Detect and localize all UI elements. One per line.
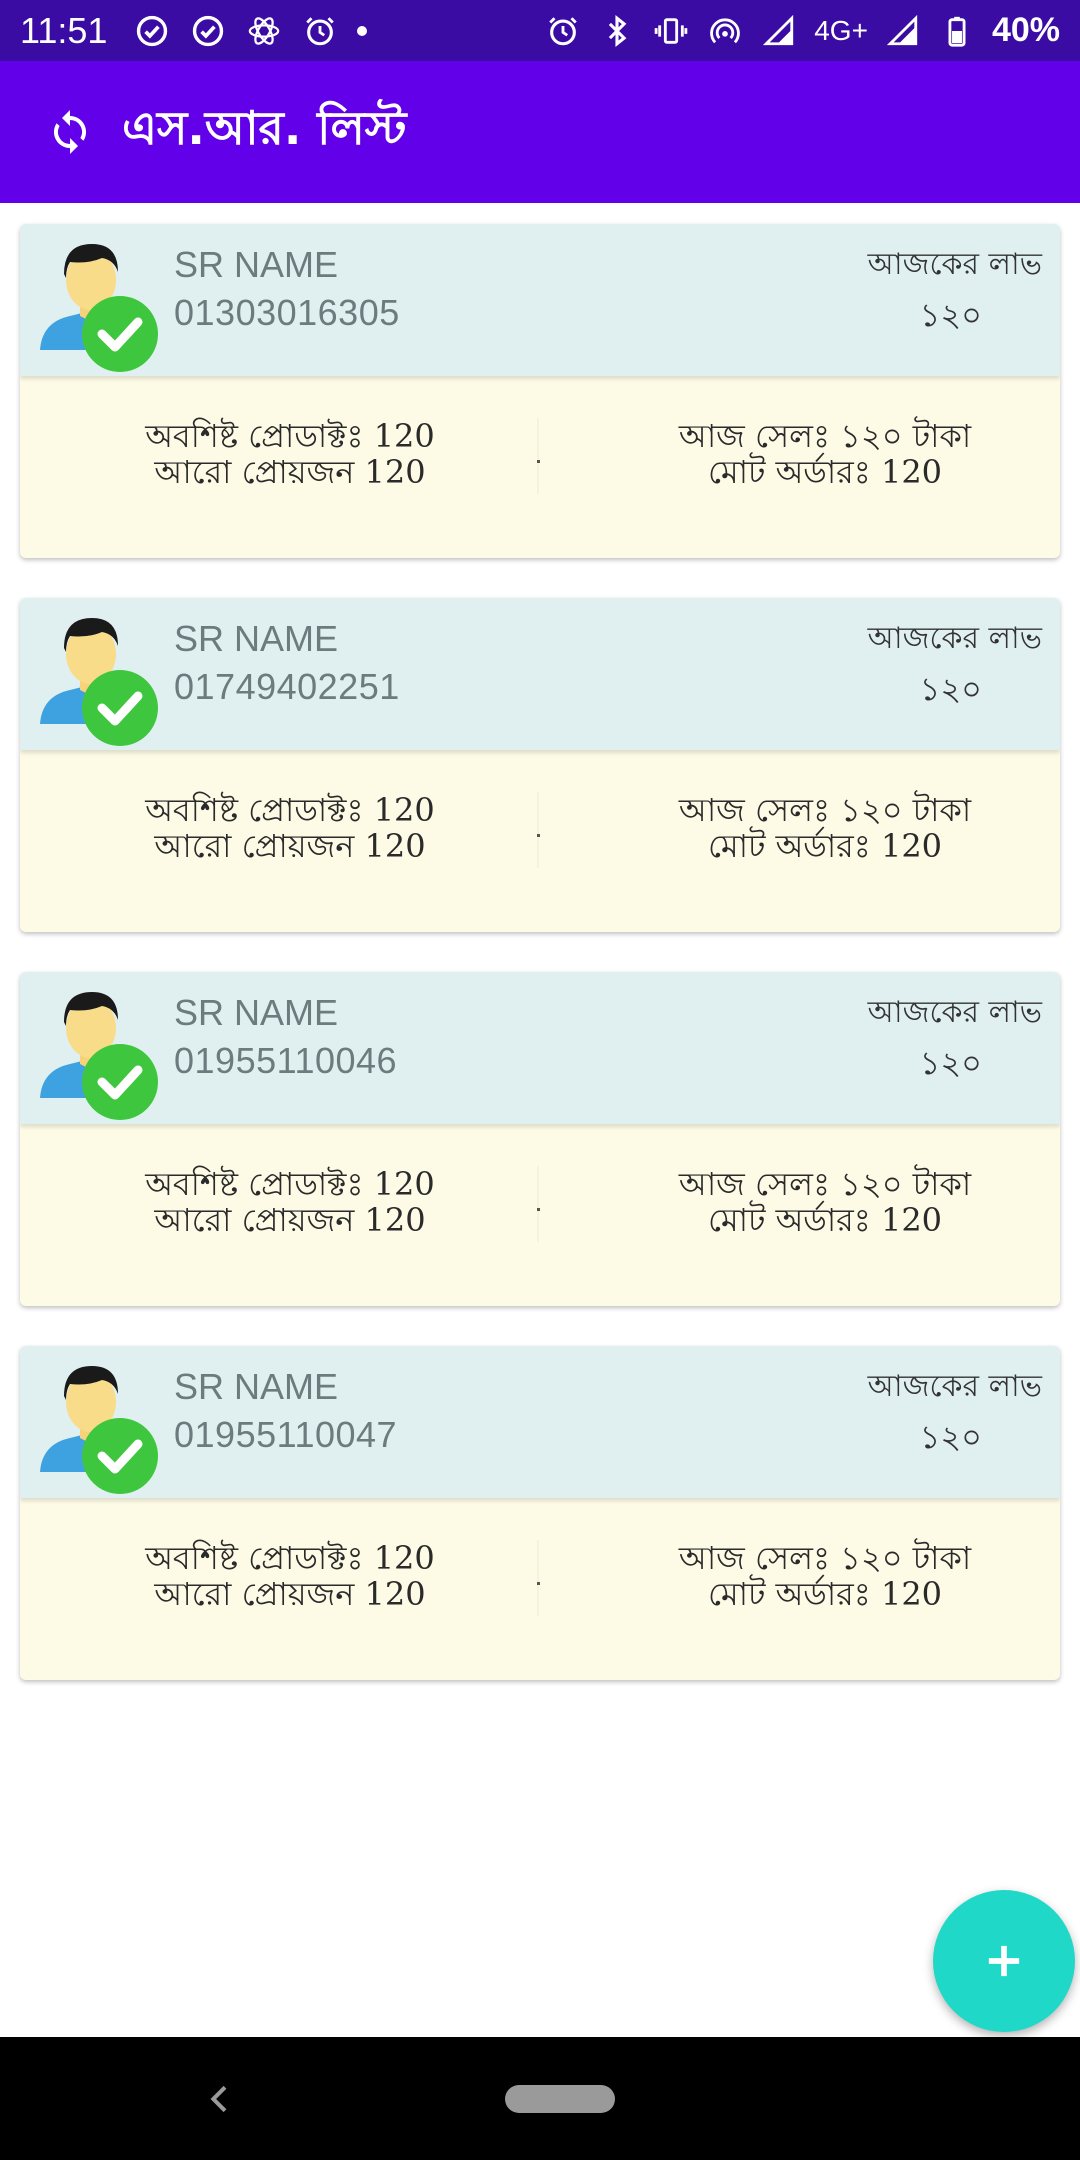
- hotspot-icon: [706, 12, 744, 50]
- add-sr-button[interactable]: [933, 1890, 1075, 2032]
- card-body: অবশিষ্ট প্রোডাক্টঃ 120 আরো প্রোয়জন 120 …: [20, 1124, 1060, 1306]
- nav-bar: [0, 2037, 1080, 2160]
- total-order: মোট অর্ডারঃ 120: [707, 1201, 943, 1239]
- remaining-products: অবশিষ্ট প্রোডাক্টঃ 120: [145, 791, 435, 829]
- total-order: মোট অর্ডারঃ 120: [707, 827, 943, 865]
- stock-stats: অবশিষ্ট প্রোডাক্টঃ 120 আরো প্রোয়জন 120: [40, 792, 540, 864]
- check-circle-icon: [133, 12, 171, 50]
- alarm-icon: [544, 12, 582, 50]
- stock-stats: অবশিষ্ট প্রোডাক্টঃ 120 আরো প্রোয়জন 120: [40, 1540, 540, 1612]
- profit-label: আজকের লাভ: [867, 247, 1042, 282]
- sr-list: SR NAME 01303016305 আজকের লাভ ১২০ অবশিষ্…: [20, 224, 1060, 1720]
- stock-stats: অবশিষ্ট প্রোডাক্টঃ 120 আরো প্রোয়জন 120: [40, 1166, 540, 1238]
- sr-card[interactable]: SR NAME 01955110047 আজকের লাভ ১২০ অবশিষ্…: [20, 1346, 1060, 1680]
- more-needed: আরো প্রোয়জন 120: [154, 1575, 426, 1613]
- check-circle-icon: [189, 12, 227, 50]
- plus-icon: [988, 1945, 1020, 1977]
- total-order: মোট অর্ডারঃ 120: [707, 1575, 943, 1613]
- app-bar: এস.আর. লিস্ট: [0, 61, 1080, 203]
- status-time: 11:51: [20, 9, 108, 51]
- network-type: 4G+: [814, 14, 868, 46]
- total-order: মোট অর্ডারঃ 120: [707, 453, 943, 491]
- sr-phone: 01749402251: [174, 666, 400, 707]
- user-avatar-icon: [40, 618, 158, 746]
- sr-name: SR NAME: [174, 244, 339, 285]
- remaining-products: অবশিষ্ট প্রোডাক্টঃ 120: [145, 1539, 435, 1577]
- divider: [537, 418, 539, 494]
- profit-label: আজকের লাভ: [867, 621, 1042, 656]
- divider: [537, 792, 539, 868]
- sales-stats: আজ সেলঃ ১২০ টাকা মোট অর্ডারঃ 120: [555, 1166, 1060, 1238]
- sr-card[interactable]: SR NAME 01955110046 আজকের লাভ ১২০ অবশিষ্…: [20, 972, 1060, 1306]
- user-avatar-icon: [40, 244, 158, 372]
- divider: [537, 1540, 539, 1616]
- user-avatar-icon: [40, 992, 158, 1120]
- divider: [537, 1166, 539, 1242]
- remaining-products: অবশিষ্ট প্রোডাক্টঃ 120: [145, 1165, 435, 1203]
- sales-stats: আজ সেলঃ ১২০ টাকা মোট অর্ডারঃ 120: [555, 792, 1060, 864]
- today-sale: আজ সেলঃ ১২০ টাকা: [678, 1539, 972, 1577]
- signal-icon: [760, 12, 798, 50]
- sr-card[interactable]: SR NAME 01749402251 আজকের লাভ ১২০ অবশিষ্…: [20, 598, 1060, 932]
- profit-value: ১২০: [919, 670, 982, 708]
- more-needed: আরো প্রোয়জন 120: [154, 1201, 426, 1239]
- more-needed: আরো প্রোয়জন 120: [154, 827, 426, 865]
- status-bar: 11:51 4G+ 40%: [0, 0, 1080, 61]
- signal-icon: [884, 12, 922, 50]
- bluetooth-icon: [598, 12, 636, 50]
- home-pill-icon[interactable]: [505, 2085, 615, 2113]
- divider-dot: [537, 1208, 540, 1211]
- refresh-icon[interactable]: [44, 106, 96, 158]
- dot-icon: [357, 25, 368, 36]
- card-header: SR NAME 01955110047 আজকের লাভ ১২০: [20, 1346, 1060, 1498]
- battery-icon: [938, 12, 976, 50]
- today-sale: আজ সেলঃ ১২০ টাকা: [678, 1165, 972, 1203]
- sr-phone: 01955110046: [174, 1040, 398, 1081]
- sr-name: SR NAME: [174, 618, 339, 659]
- card-body: অবশিষ্ট প্রোডাক্টঃ 120 আরো প্রোয়জন 120 …: [20, 376, 1060, 558]
- screen: 11:51 4G+ 40% এস.আর. লিস্ট SR NAME 01303…: [0, 0, 1080, 2160]
- sales-stats: আজ সেলঃ ১২০ টাকা মোট অর্ডারঃ 120: [555, 1540, 1060, 1612]
- card-header: SR NAME 01749402251 আজকের লাভ ১২০: [20, 598, 1060, 750]
- status-right-icons: 4G+ 40%: [544, 11, 1060, 50]
- user-avatar-icon: [40, 1366, 158, 1494]
- sr-phone: 01955110047: [174, 1414, 398, 1455]
- vibrate-icon: [652, 12, 690, 50]
- battery-percent: 40%: [991, 11, 1060, 49]
- settings-flower-icon: [245, 12, 283, 50]
- sr-name: SR NAME: [174, 992, 339, 1033]
- today-sale: আজ সেলঃ ১২০ টাকা: [678, 791, 972, 829]
- card-header: SR NAME 01955110046 আজকের লাভ ১২০: [20, 972, 1060, 1124]
- profit-label: আজকের লাভ: [867, 1369, 1042, 1404]
- status-left-icons: [133, 12, 368, 50]
- stock-stats: অবশিষ্ট প্রোডাক্টঃ 120 আরো প্রোয়জন 120: [40, 418, 540, 490]
- sr-card[interactable]: SR NAME 01303016305 আজকের লাভ ১২০ অবশিষ্…: [20, 224, 1060, 558]
- sales-stats: আজ সেলঃ ১২০ টাকা মোট অর্ডারঃ 120: [555, 418, 1060, 490]
- more-needed: আরো প্রোয়জন 120: [154, 453, 426, 491]
- divider-dot: [537, 1582, 540, 1585]
- today-sale: আজ সেলঃ ১২০ টাকা: [678, 417, 972, 455]
- profit-value: ১২০: [919, 1044, 982, 1082]
- alarm-icon: [301, 12, 339, 50]
- card-body: অবশিষ্ট প্রোডাক্টঃ 120 আরো প্রোয়জন 120 …: [20, 750, 1060, 932]
- page-title: এস.আর. লিস্ট: [122, 101, 407, 155]
- profit-value: ১২০: [919, 1418, 982, 1456]
- sr-phone: 01303016305: [174, 292, 400, 333]
- profit-value: ১২০: [919, 296, 982, 334]
- card-header: SR NAME 01303016305 আজকের লাভ ১২০: [20, 224, 1060, 376]
- sr-name: SR NAME: [174, 1366, 339, 1407]
- back-chevron-icon[interactable]: [200, 2077, 240, 2121]
- profit-label: আজকের লাভ: [867, 995, 1042, 1030]
- divider-dot: [537, 834, 540, 837]
- divider-dot: [537, 460, 540, 463]
- remaining-products: অবশিষ্ট প্রোডাক্টঃ 120: [145, 417, 435, 455]
- card-body: অবশিষ্ট প্রোডাক্টঃ 120 আরো প্রোয়জন 120 …: [20, 1498, 1060, 1680]
